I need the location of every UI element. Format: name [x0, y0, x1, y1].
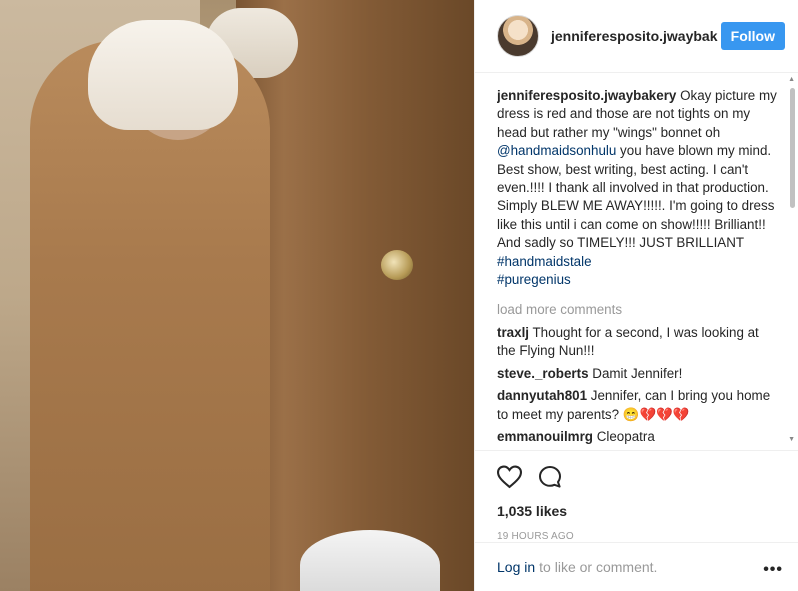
more-options-icon[interactable]: •••	[763, 561, 783, 579]
comment-icon[interactable]	[538, 465, 562, 491]
list-item: dannyutah801 Jennifer, can I bring you h…	[497, 387, 781, 424]
comment-text: Cleopatra	[592, 428, 655, 444]
side-panel: jenniferesposito.jwaybak Follow jennifer…	[474, 0, 798, 591]
scrollbar-thumb[interactable]	[790, 88, 795, 208]
comment-author[interactable]: emmanouilmrg	[497, 429, 593, 444]
comment-text: Damit Jennifer!	[588, 365, 683, 381]
likes-count[interactable]: 1,035 likes	[497, 503, 777, 519]
list-item: emmanouilmrg Cleopatra	[497, 428, 781, 446]
heart-icon[interactable]	[496, 465, 523, 491]
login-link[interactable]: Log in	[497, 559, 535, 575]
comment-author[interactable]: dannyutah801	[497, 388, 587, 403]
comments-section: jenniferesposito.jwaybakery Okay picture…	[497, 87, 781, 447]
list-item: steve._roberts Damit Jennifer!	[497, 365, 781, 383]
username[interactable]: jenniferesposito.jwaybak	[551, 28, 718, 44]
photo-door-knob	[381, 250, 413, 280]
load-more-comments[interactable]: load more comments	[497, 301, 781, 319]
post-header: jenniferesposito.jwaybak Follow	[475, 0, 798, 73]
comment-text: Thought for a second, I was looking at t…	[497, 324, 759, 359]
photo-door	[236, 0, 474, 591]
mention-link[interactable]: @handmaidsonhulu	[497, 143, 616, 158]
caption: jenniferesposito.jwaybakery Okay picture…	[497, 87, 781, 289]
photo-bag	[300, 530, 440, 591]
action-icons	[496, 465, 777, 491]
caption-author[interactable]: jenniferesposito.jwaybakery	[497, 88, 676, 103]
hashtag-link-1[interactable]: #handmaidstale	[497, 254, 592, 269]
list-item: traxlj Thought for a second, I was looki…	[497, 324, 781, 361]
photo-bonnet	[88, 20, 238, 130]
caption-text-2: you have blown my mind. Best show, best …	[497, 143, 775, 251]
login-prompt-text: to like or comment.	[539, 559, 658, 575]
scroll-up-arrow-icon[interactable]: ▲	[788, 76, 795, 83]
post-container: jenniferesposito.jwaybak Follow jennifer…	[0, 0, 798, 591]
post-actions: 1,035 likes 19 HOURS AGO	[475, 450, 798, 542]
comment-author[interactable]: steve._roberts	[497, 366, 589, 381]
photo-figure	[30, 20, 270, 591]
timestamp[interactable]: 19 HOURS AGO	[497, 531, 777, 542]
hashtag-link-2[interactable]: #puregenius	[497, 272, 571, 287]
avatar[interactable]	[497, 15, 539, 57]
scroll-down-arrow-icon[interactable]: ▼	[788, 436, 795, 443]
comment-author[interactable]: traxlj	[497, 325, 529, 340]
post-footer: Log in to like or comment. •••	[475, 542, 798, 591]
post-photo[interactable]	[0, 0, 474, 591]
follow-button[interactable]: Follow	[720, 22, 785, 50]
